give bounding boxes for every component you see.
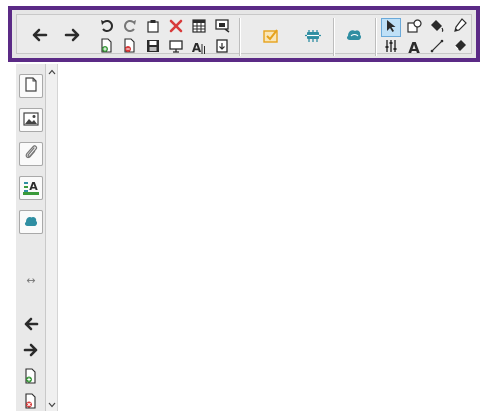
main-toolbar: A A [16, 14, 472, 57]
paste-icon [146, 18, 160, 37]
undo-icon [100, 18, 114, 37]
save-button[interactable] [143, 38, 163, 57]
side-tab-bar: A ↔ [16, 64, 46, 411]
save-icon [146, 38, 160, 57]
scroll-up-arrow[interactable] [46, 66, 58, 78]
properties-icon: A [23, 181, 39, 195]
page-sorter-tab[interactable] [19, 74, 43, 98]
pen-icon [453, 18, 467, 37]
next-page-icon [23, 342, 39, 362]
chevron-up-icon [48, 68, 56, 77]
swap-sides-button[interactable]: ↔ [19, 268, 43, 292]
check-box-icon [263, 28, 279, 47]
table-button[interactable] [189, 18, 209, 37]
toolbar-separator [375, 18, 376, 56]
handwriting-label: A [191, 40, 202, 55]
table-icon [192, 18, 206, 37]
properties-icon [384, 38, 398, 57]
insert-box-button[interactable] [212, 38, 232, 57]
fill-tool-button[interactable] [427, 18, 447, 37]
undo-button[interactable] [97, 18, 117, 37]
whiteboard-canvas[interactable] [58, 64, 486, 411]
forward-button[interactable] [59, 18, 87, 56]
select-cursor-icon [385, 18, 397, 37]
magic-ink-button[interactable] [340, 18, 368, 56]
page-sorter-icon [25, 76, 37, 96]
check-box-button[interactable] [257, 18, 285, 56]
swap-sides-icon: ↔ [26, 273, 36, 287]
delete-icon [169, 18, 183, 37]
remove-page-button[interactable] [120, 38, 140, 57]
shapes-icon [406, 18, 422, 37]
insert-box-icon [216, 38, 228, 57]
line-icon [430, 38, 444, 57]
delete-page-icon [24, 393, 38, 413]
creative-pen-button[interactable] [299, 18, 327, 56]
properties-tab[interactable]: A [19, 176, 43, 200]
gallery-tab[interactable] [19, 108, 43, 132]
redo-button[interactable] [120, 18, 140, 37]
sidebar-scrollbar[interactable] [46, 64, 58, 411]
text-tool-button[interactable]: A [404, 38, 424, 57]
redo-icon [123, 18, 137, 37]
fill-icon [430, 18, 444, 37]
toolbar-frame: A A [8, 6, 480, 62]
screen-capture-icon [214, 18, 230, 37]
screen-display-button[interactable] [166, 38, 186, 57]
previous-page-icon [23, 316, 39, 336]
add-ons-tab[interactable] [19, 210, 43, 234]
eraser-tool-button[interactable] [450, 38, 470, 57]
back-button[interactable] [25, 18, 53, 56]
text-icon: A [408, 38, 420, 57]
line-tool-button[interactable] [427, 38, 447, 57]
toolbar-separator [333, 18, 334, 56]
add-page-button[interactable] [97, 38, 117, 57]
arrow-left-icon [30, 26, 48, 48]
add-ons-icon [23, 213, 39, 232]
remove-page-icon [123, 38, 137, 57]
toolbar-separator [239, 18, 240, 56]
select-tool-button[interactable] [381, 18, 401, 37]
creative-pen-icon [304, 28, 322, 47]
handwriting-recognition-icon: A [192, 41, 206, 55]
magic-ink-icon [345, 27, 363, 47]
properties-label: A [29, 180, 38, 193]
arrow-right-icon [64, 26, 82, 48]
eraser-icon [453, 38, 467, 57]
attachments-icon [24, 144, 38, 164]
handwriting-recognition-button[interactable]: A [189, 38, 209, 57]
properties-button[interactable] [381, 38, 401, 57]
screen-display-icon [169, 38, 183, 57]
scroll-down-arrow[interactable] [46, 399, 58, 411]
add-page-icon [24, 368, 38, 388]
next-page-button[interactable] [19, 340, 43, 364]
delete-button[interactable] [166, 18, 186, 37]
add-page-button[interactable] [19, 366, 43, 390]
paste-button[interactable] [143, 18, 163, 37]
chevron-down-icon [48, 401, 56, 410]
shapes-tool-button[interactable] [404, 18, 424, 37]
add-page-icon [100, 38, 114, 57]
delete-page-button[interactable] [19, 391, 43, 415]
attachments-tab[interactable] [19, 142, 43, 166]
screen-capture-button[interactable] [212, 18, 232, 37]
gallery-icon [23, 111, 39, 130]
previous-page-button[interactable] [19, 314, 43, 338]
pen-tool-button[interactable] [450, 18, 470, 37]
